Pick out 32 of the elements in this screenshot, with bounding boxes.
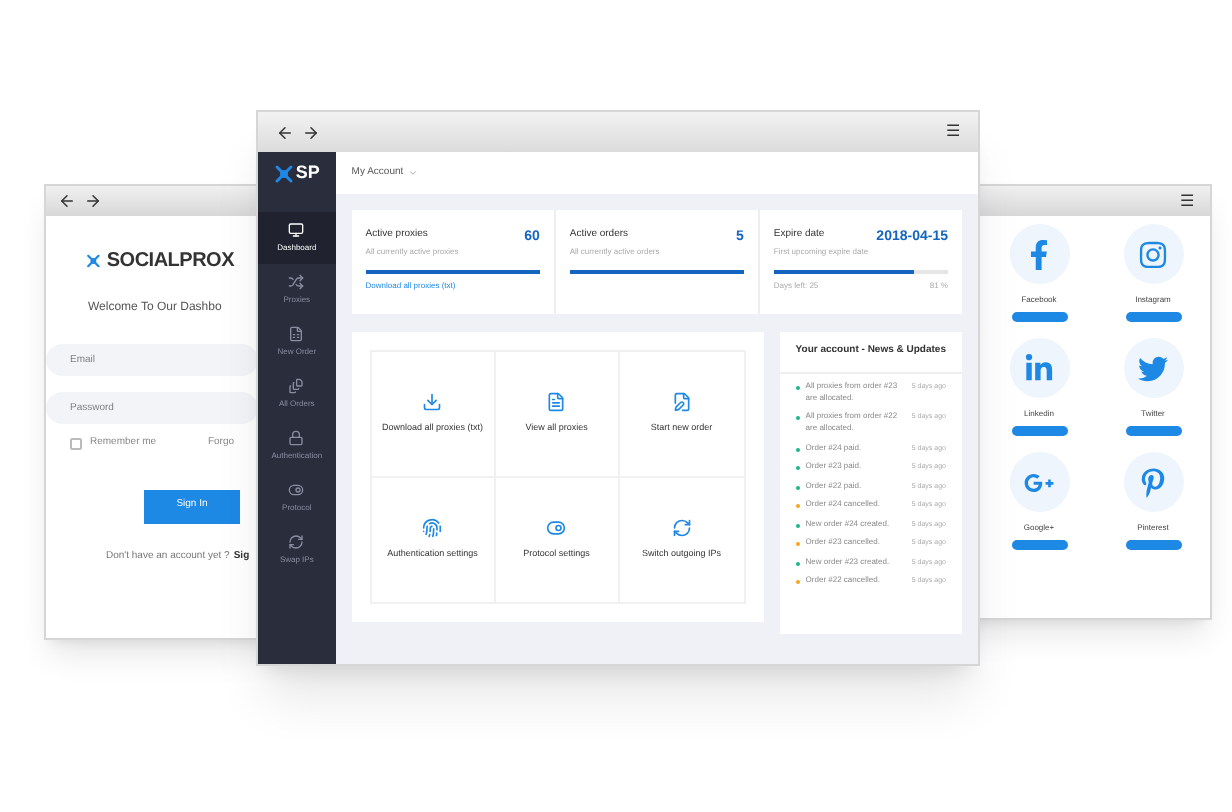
pill-button[interactable] [1011, 312, 1067, 322]
forward-arrow-icon[interactable] [302, 123, 320, 141]
pill-button[interactable] [1125, 312, 1181, 322]
camera-outline-icon [1138, 239, 1168, 269]
document-pen-icon [671, 392, 692, 413]
lock-icon [288, 430, 305, 446]
download-icon [422, 392, 443, 413]
pill-button[interactable] [1011, 426, 1067, 436]
monitor-icon [288, 222, 305, 238]
remember-checkbox[interactable] [70, 437, 82, 450]
crossing-arrows-icon [288, 274, 305, 290]
back-arrow-icon[interactable] [276, 123, 294, 141]
menu-icon[interactable]: ☰ [946, 120, 960, 144]
document-icon [546, 392, 567, 413]
forward-arrow-icon[interactable] [84, 192, 102, 210]
document-icon [288, 326, 305, 342]
refresh-icon [288, 534, 305, 550]
bird-icon [1138, 353, 1168, 383]
pill-button[interactable] [1125, 426, 1181, 436]
toggle-icon [288, 482, 305, 498]
back-arrow-icon[interactable] [58, 192, 76, 210]
brand-name: SOCIALPROX [106, 248, 234, 276]
letter-p-icon [1138, 467, 1168, 497]
pill-button[interactable] [1011, 540, 1067, 550]
documents-icon [288, 378, 305, 394]
menu-icon[interactable]: ☰ [1180, 189, 1194, 213]
logo-text: SP [295, 160, 320, 187]
fingerprint-icon [422, 518, 443, 539]
letters-in-icon [1024, 353, 1054, 383]
refresh-icon [671, 518, 692, 539]
pill-button[interactable] [1125, 540, 1181, 550]
toggle-icon [546, 518, 567, 539]
